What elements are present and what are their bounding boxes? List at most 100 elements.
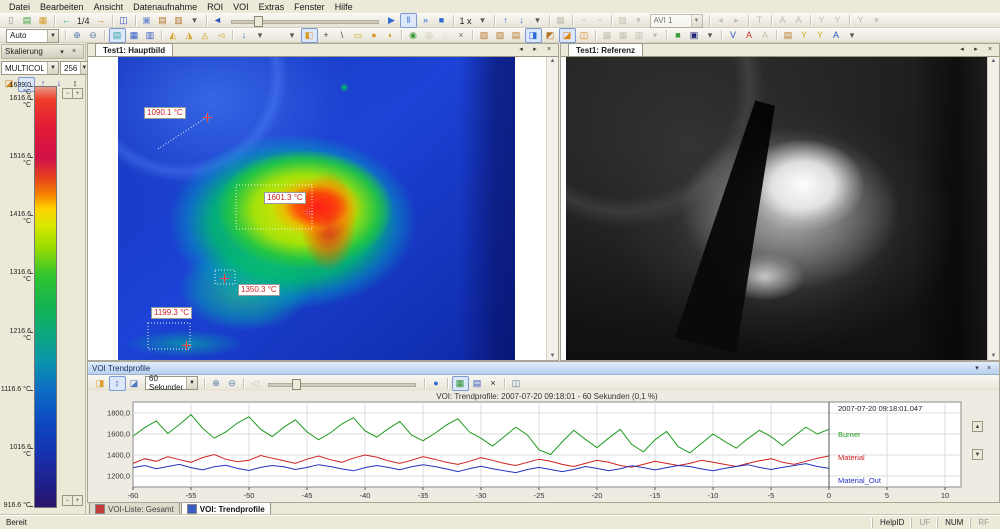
more-adjust-icon[interactable]: ▾ (253, 29, 268, 42)
temperature-annotation[interactable]: 1350.3 °C (238, 284, 280, 296)
open-document-icon[interactable]: ▤ (20, 14, 35, 27)
pin-icon[interactable]: ▾ (56, 46, 68, 58)
pin-icon[interactable]: ▾ (971, 362, 983, 374)
roi-select-icon[interactable]: ◧ (301, 28, 318, 43)
prev-frame-icon[interactable]: ← (59, 14, 74, 27)
cursor-icon[interactable]: ● (429, 377, 444, 390)
flip-vertical-icon[interactable]: ◬ (198, 29, 213, 42)
more-voi-icon[interactable]: ▾ (648, 29, 663, 42)
voi-list-icon[interactable]: ▩ (600, 29, 615, 42)
axes-icon[interactable]: A (829, 29, 844, 42)
palette-select[interactable]: MULTICOLOR ▼ (1, 61, 59, 75)
zoom-in-chart-icon[interactable]: ⊕ (209, 377, 224, 390)
slider-thumb[interactable] (292, 379, 301, 390)
span-up-icon[interactable]: Y (814, 14, 829, 27)
menu-hilfe[interactable]: Hilfe (330, 0, 358, 13)
scale-lower-inc-button[interactable]: + (72, 495, 83, 506)
matrix-icon[interactable]: ▣ (687, 29, 702, 42)
new-document-icon[interactable]: ▯ (4, 14, 19, 27)
snapshot-icon[interactable]: ▤ (155, 14, 170, 27)
autoscale-y-icon[interactable]: ↕ (109, 376, 126, 391)
roi-rotate-icon[interactable]: ◌ (438, 29, 453, 42)
prev-view-icon[interactable]: ◂ (515, 43, 527, 55)
history-slider[interactable] (268, 378, 416, 389)
scroll-up-icon[interactable]: ▲ (550, 57, 556, 65)
voi-link-icon[interactable]: ◨ (525, 28, 542, 43)
pan-chart-icon[interactable]: ◁ (248, 377, 263, 390)
scroll-up-icon[interactable]: ▲ (991, 57, 997, 65)
roi-rect-icon[interactable]: ▭ (351, 29, 366, 42)
more-trend-icon[interactable]: ▾ (845, 29, 860, 42)
position-slider[interactable] (231, 15, 379, 26)
temperature-annotation[interactable]: 1601.3 °C (264, 192, 306, 204)
stop-icon[interactable]: ■ (434, 14, 449, 27)
more-playback-icon[interactable]: ▾ (530, 14, 545, 27)
reference-image-scrollbar[interactable]: ▲ ▼ (987, 57, 999, 360)
levels-select[interactable]: 256 ▼ (60, 61, 88, 75)
scaling-mode-select[interactable]: Auto▼ (6, 29, 59, 43)
temperature-annotation[interactable]: 1090.1 °C (144, 107, 186, 119)
dec-range-icon[interactable]: − (576, 14, 591, 27)
voi-copy-icon[interactable]: ▧ (493, 29, 508, 42)
audio-icon[interactable]: ◄ (210, 14, 225, 27)
close-panel-icon[interactable]: × (983, 362, 995, 374)
main-image-scrollbar[interactable]: ▲ ▼ (546, 57, 558, 360)
chart-scroll-up-button[interactable]: ▲ (972, 421, 983, 432)
menu-roi[interactable]: ROI (202, 0, 228, 13)
rotate-right-icon[interactable]: ◮ (182, 29, 197, 42)
trend-y1-icon[interactable]: Y (797, 29, 812, 42)
open-folder-icon[interactable]: ▦ (36, 14, 51, 27)
tab-referenz[interactable]: Test1: Referenz (568, 43, 643, 56)
zoom-in-icon[interactable]: ⊕ (70, 29, 85, 42)
histogram-icon[interactable]: ▦ (127, 29, 142, 42)
roi-polygon-icon[interactable]: ◗ (383, 29, 398, 42)
marker-left-icon[interactable]: ◂ (713, 14, 728, 27)
rotate-left-icon[interactable]: ◭ (166, 29, 181, 42)
avi-select[interactable]: AVI 1▼ (650, 14, 703, 28)
rel-temp-icon[interactable]: A (791, 14, 806, 27)
speed-dropdown-icon[interactable]: ▾ (475, 14, 490, 27)
more-export-icon[interactable]: ▾ (187, 14, 202, 27)
temperature-annotation[interactable]: 1199.3 °C (151, 307, 192, 319)
menu-datei[interactable]: Datei (4, 0, 35, 13)
interval-select[interactable]: 60 Sekunden▼ (145, 376, 198, 390)
next-view-icon[interactable]: ▸ (970, 43, 982, 55)
roi-circle-icon[interactable]: ● (367, 29, 382, 42)
record-grid-icon[interactable]: ▦ (553, 14, 568, 27)
formula-a2-icon[interactable]: A (758, 29, 773, 42)
voi-new-icon[interactable]: ▨ (477, 29, 492, 42)
trend-y2-icon[interactable]: Y (813, 29, 828, 42)
next-view-icon[interactable]: ▸ (529, 43, 541, 55)
palette-icon[interactable]: ▤ (109, 28, 126, 43)
thermal-image[interactable]: 1090.1 °C 1601.3 °C 1350.3 °C 1199.3 °C (118, 57, 515, 360)
voi-back-icon[interactable]: ◫ (577, 29, 592, 42)
copy-chart-icon[interactable]: ◨ (93, 377, 108, 390)
step-up-icon[interactable]: ↑ (498, 14, 513, 27)
report-icon[interactable]: ▤ (781, 29, 796, 42)
flip-horizontal-icon[interactable]: ◅ (214, 29, 229, 42)
save-icon[interactable]: ◫ (116, 14, 131, 27)
menu-bearbeiten[interactable]: Bearbeiten (35, 0, 89, 13)
tab-hauptbild[interactable]: Test1: Hauptbild (95, 43, 173, 56)
layers-icon[interactable]: ▧ (615, 14, 630, 27)
scroll-down-icon[interactable]: ▼ (991, 352, 997, 360)
step-down-icon[interactable]: ↓ (514, 14, 529, 27)
roi-move-icon[interactable]: ◉ (406, 29, 421, 42)
roi-point-icon[interactable]: + (319, 29, 334, 42)
more-span-icon[interactable]: ▾ (869, 14, 884, 27)
reference-image[interactable] (566, 57, 988, 360)
close-panel-icon[interactable]: × (68, 46, 80, 58)
span-down-icon[interactable]: Y (830, 14, 845, 27)
chart-settings-icon[interactable]: ◪ (127, 377, 142, 390)
play-icon[interactable]: ▶ (384, 14, 399, 27)
data-table-icon[interactable]: ▦ (452, 376, 469, 391)
scale-upper-inc-button[interactable]: + (72, 88, 83, 99)
menu-voi[interactable]: VOI (228, 0, 254, 13)
voi-paste-icon[interactable]: ▤ (509, 29, 524, 42)
next-frame-icon[interactable]: → (93, 14, 108, 27)
measurement-marker-icon[interactable] (220, 274, 229, 283)
voi-stats-icon[interactable]: ▥ (632, 29, 647, 42)
print-icon[interactable]: ◫ (509, 377, 524, 390)
prev-view-icon[interactable]: ◂ (956, 43, 968, 55)
gallery-icon[interactable]: ▥ (171, 14, 186, 27)
